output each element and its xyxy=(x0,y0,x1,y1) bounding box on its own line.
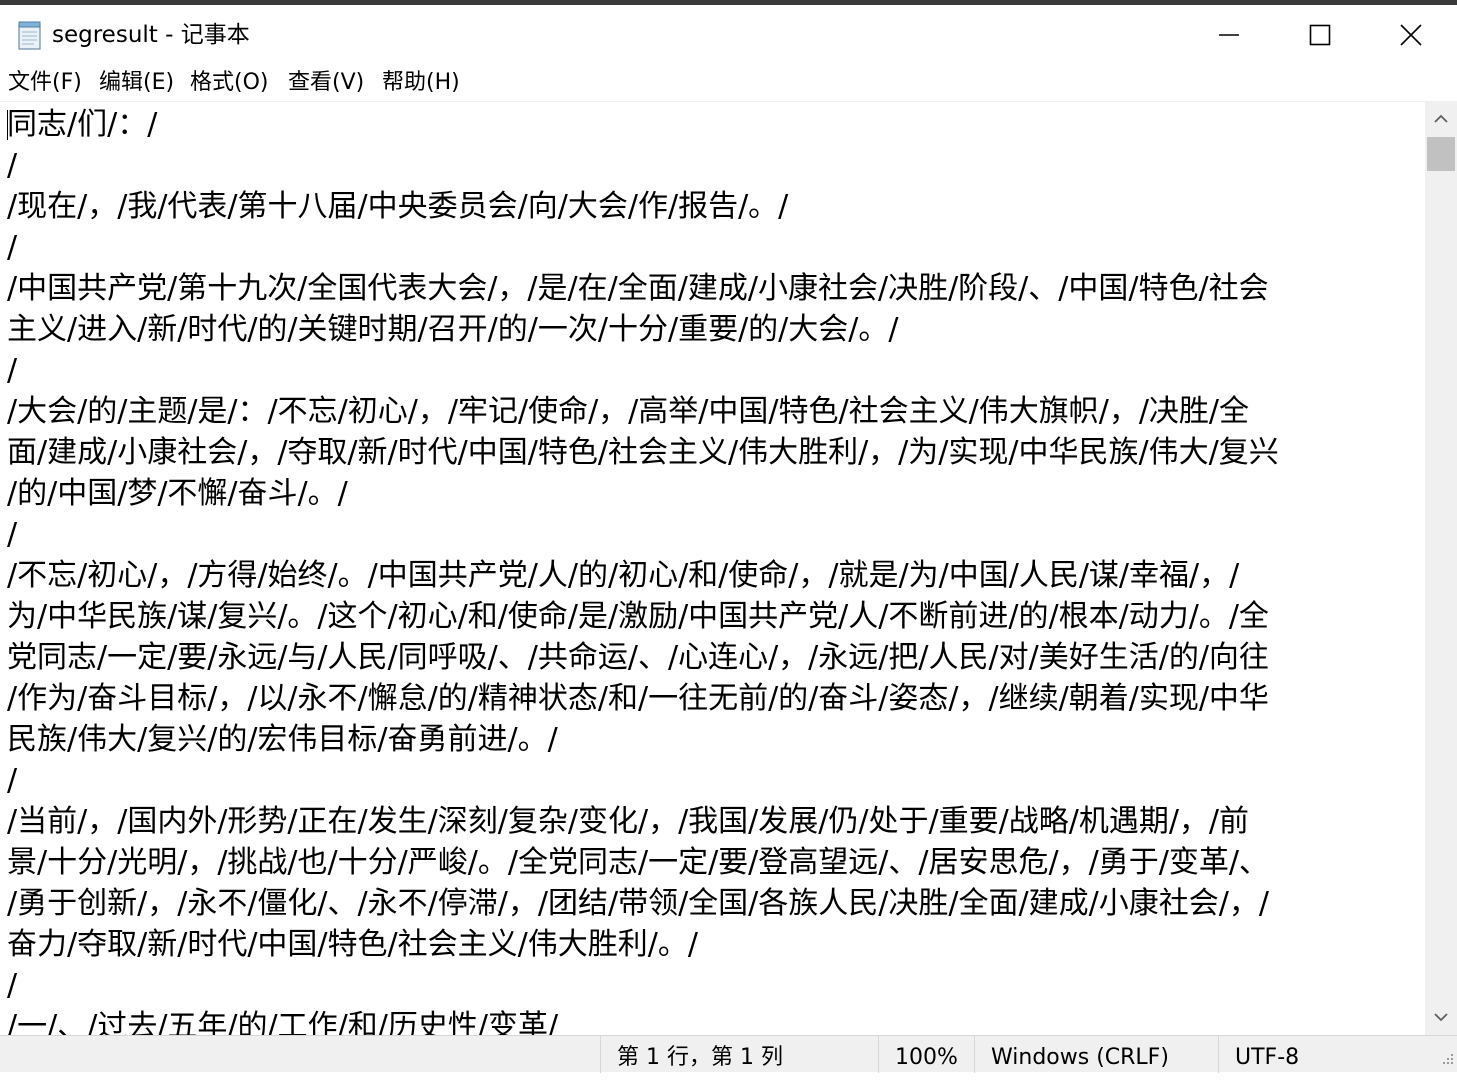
text-line: 党同志/一定/要/永远/与/人民/同呼吸/、/共命运/、/心连心/，/永远/把/… xyxy=(7,640,1269,675)
text-line: 奋力/夺取/新/时代/中国/特色/社会主义/伟大胜利/。/ xyxy=(7,927,698,962)
minimize-button[interactable] xyxy=(1183,5,1275,65)
text-line: / xyxy=(7,353,18,388)
text-line: /的/中国/梦/不懈/奋斗/。/ xyxy=(7,476,348,511)
text-line: /当前/，/国内外/形势/正在/发生/深刻/复杂/变化/，/我国/发展/仍/处于… xyxy=(7,804,1250,839)
text-line: 景/十分/光明/，/挑战/也/十分/严峻/。/全党同志/一定/要/登高望远/、/… xyxy=(7,845,1269,880)
resize-grip-icon[interactable] xyxy=(1437,1050,1455,1070)
text-line: /一/、/过去/五年/的/工作/和/历史性/变革/ xyxy=(7,1009,559,1036)
vertical-scrollbar[interactable] xyxy=(1425,101,1457,1035)
text-line: 同志/们/：/ xyxy=(7,107,158,142)
menu-bar: 文件(F) 编辑(E) 格式(O) 查看(V) 帮助(H) xyxy=(0,65,1457,101)
text-line: /大会/的/主题/是/：/不忘/初心/，/牢记/使命/，/高举/中国/特色/社会… xyxy=(7,394,1250,429)
maximize-button[interactable] xyxy=(1274,5,1366,65)
text-line: 民族/伟大/复兴/的/宏伟目标/奋勇前进/。/ xyxy=(7,722,558,757)
text-line: / xyxy=(7,517,18,552)
text-editor[interactable]: 同志/们/：/ / /现在/，/我/代表/第十八届/中央委员会/向/大会/作/报… xyxy=(0,101,1425,1036)
text-line: /不忘/初心/，/方得/始终/。/中国共产党/人/的/初心/和/使命/，/就是/… xyxy=(7,558,1240,593)
minimize-icon xyxy=(1219,34,1239,36)
close-button[interactable] xyxy=(1365,5,1457,65)
menu-help[interactable]: 帮助(H) xyxy=(382,67,460,99)
text-line: 面/建成/小康社会/，/夺取/新/时代/中国/特色/社会主义/伟大胜利/，/为/… xyxy=(7,435,1279,470)
text-line: /现在/，/我/代表/第十八届/中央委员会/向/大会/作/报告/。/ xyxy=(7,189,789,224)
text-line: / xyxy=(7,230,18,265)
status-zoom: 100% xyxy=(878,1036,974,1073)
scroll-up-button[interactable] xyxy=(1425,101,1457,137)
title-bar[interactable]: segresult - 记事本 xyxy=(0,5,1457,65)
text-line: 主义/进入/新/时代/的/关键时期/召开/的/一次/十分/重要/的/大会/。/ xyxy=(7,312,899,347)
text-line: /勇于创新/，/永不/僵化/、/永不/停滞/，/团结/带领/全国/各族人民/决胜… xyxy=(7,886,1269,921)
status-line-ending: Windows (CRLF) xyxy=(974,1036,1218,1073)
status-bar: 第 1 行，第 1 列 100% Windows (CRLF) UTF-8 xyxy=(0,1035,1457,1073)
scrollbar-thumb[interactable] xyxy=(1427,137,1455,171)
text-line: /作为/奋斗目标/，/以/永不/懈怠/的/精神状态/和/一往无前/的/奋斗/姿态… xyxy=(7,681,1269,716)
status-cursor-position: 第 1 行，第 1 列 xyxy=(600,1036,878,1073)
text-line: / xyxy=(7,968,18,1003)
text-line: 为/中华民族/谋/复兴/。/这个/初心/和/使命/是/激励/中国共产党/人/不断… xyxy=(7,599,1269,634)
chevron-up-icon xyxy=(1434,114,1448,123)
menu-format[interactable]: 格式(O) xyxy=(190,67,268,99)
scroll-down-button[interactable] xyxy=(1425,999,1457,1035)
menu-edit[interactable]: 编辑(E) xyxy=(99,67,174,99)
chevron-down-icon xyxy=(1434,1013,1448,1022)
notepad-icon xyxy=(14,19,46,51)
text-line: / xyxy=(7,148,18,183)
text-line: / xyxy=(7,763,18,798)
status-encoding: UTF-8 xyxy=(1218,1036,1457,1073)
window-title: segresult - 记事本 xyxy=(52,22,250,48)
menu-view[interactable]: 查看(V) xyxy=(288,67,364,99)
maximize-icon xyxy=(1309,24,1331,46)
text-line: /中国共产党/第十九次/全国代表大会/，/是/在/全面/建成/小康社会/决胜/阶… xyxy=(7,271,1269,306)
close-icon xyxy=(1400,24,1422,46)
menu-file[interactable]: 文件(F) xyxy=(8,67,82,99)
